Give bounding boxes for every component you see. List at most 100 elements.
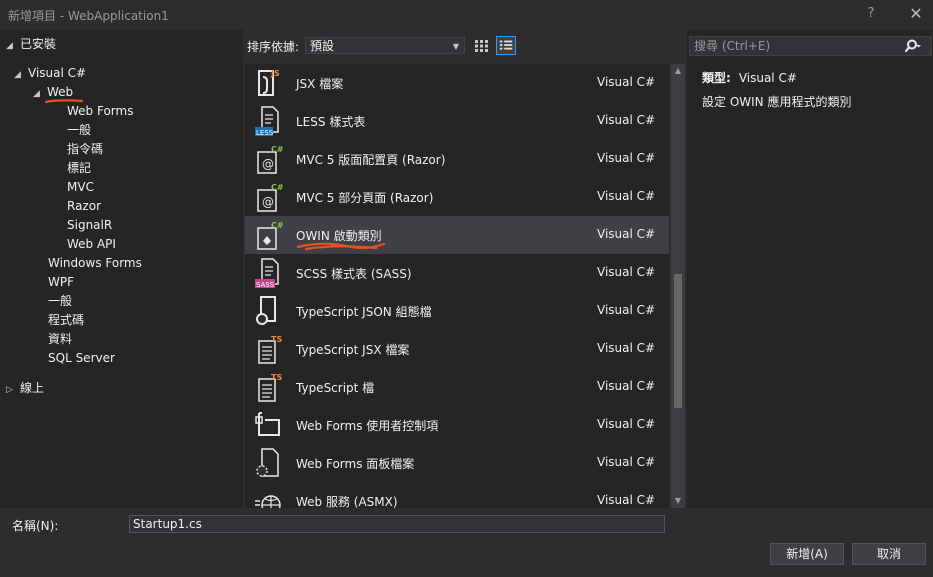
tree-item-wpf[interactable]: WPF (48, 273, 74, 292)
tree-item-mvc[interactable]: MVC (67, 178, 94, 197)
type-value: Visual C# (738, 71, 797, 85)
tree-item-web-forms[interactable]: Web Forms (67, 102, 133, 121)
red-scribble-annotation (296, 242, 386, 251)
svg-text:JS: JS (270, 69, 280, 78)
tree-item-web-api[interactable]: Web API (67, 235, 116, 254)
list-item[interactable]: TS TypeScript JSX 檔案 Visual C# (245, 330, 669, 368)
tree-item-markup[interactable]: 標記 (67, 159, 91, 178)
list-item[interactable]: @ C# MVC 5 版面配置頁 (Razor) Visual C# (245, 140, 669, 178)
list-item[interactable]: LESS LESS 樣式表 Visual C# (245, 102, 669, 140)
title-bar: 新增項目 - WebApplication1 ? ✕ (0, 0, 933, 30)
list-item[interactable]: Web Forms 使用者控制項 Visual C# (245, 406, 669, 444)
jsx-file-icon: JS (258, 69, 280, 96)
tree-online[interactable]: ▷ 線上 (6, 379, 44, 398)
scroll-up-arrow-icon[interactable]: ▲ (671, 64, 685, 78)
item-name: Web Forms 使用者控制項 (296, 419, 439, 433)
tree-item-razor[interactable]: Razor (67, 197, 101, 216)
name-input[interactable] (129, 515, 665, 533)
item-language: Visual C# (597, 265, 656, 279)
add-button[interactable]: 新增(A) (770, 543, 844, 565)
item-name: Web 服務 (ASMX) (296, 495, 398, 508)
list-scrollbar[interactable]: ▲ ▼ (671, 64, 685, 508)
item-name: MVC 5 部分頁面 (Razor) (296, 191, 434, 205)
list-item[interactable]: TS TypeScript 檔 Visual C# (245, 368, 669, 406)
search-input[interactable] (694, 38, 894, 54)
list-item[interactable]: SASS SCSS 樣式表 (SASS) Visual C# (245, 254, 669, 292)
item-name: TypeScript 檔 (296, 381, 375, 395)
tree-item-code[interactable]: 程式碼 (48, 311, 84, 330)
item-name: TypeScript JSON 組態檔 (296, 305, 432, 319)
scss-file-icon: SASS (255, 258, 279, 289)
skin-file-icon (256, 448, 279, 477)
list-view-icon[interactable] (496, 36, 516, 55)
razor-partial-icon: @ C# (257, 183, 283, 212)
less-file-icon: LESS (255, 106, 279, 137)
item-language: Visual C# (597, 493, 656, 507)
help-button[interactable]: ? (860, 6, 882, 24)
tree-item-general[interactable]: 一般 (67, 121, 91, 140)
name-label: 名稱(N): (12, 519, 59, 533)
user-control-icon (255, 412, 280, 436)
svg-text:LESS: LESS (256, 129, 274, 137)
item-language: Visual C# (597, 75, 656, 89)
web-service-icon (255, 495, 281, 508)
search-box[interactable] (689, 36, 932, 56)
svg-text:TS: TS (271, 335, 282, 344)
list-item[interactable]: Web Forms 面板檔案 Visual C# (245, 444, 669, 482)
item-language: Visual C# (597, 341, 656, 355)
tree-item-windows-forms[interactable]: Windows Forms (48, 254, 142, 273)
item-name: LESS 樣式表 (296, 115, 366, 129)
template-description: 設定 OWIN 應用程式的類別 (702, 95, 852, 109)
tree-visual-csharp-label: Visual C# (28, 66, 87, 80)
tree-item-sql-server[interactable]: SQL Server (48, 349, 115, 368)
item-name: MVC 5 版面配置頁 (Razor) (296, 153, 446, 167)
item-name: TypeScript JSX 檔案 (296, 343, 410, 357)
list-item[interactable]: TypeScript JSON 組態檔 Visual C# (245, 292, 669, 330)
tree-online-label: 線上 (20, 381, 45, 395)
item-language: Visual C# (597, 227, 656, 241)
type-label: 類型: (702, 71, 731, 85)
scroll-down-arrow-icon[interactable]: ▼ (671, 494, 685, 508)
item-language: Visual C# (597, 189, 656, 203)
json-config-icon (256, 296, 276, 325)
template-type: 類型: Visual C# (702, 69, 797, 86)
svg-text:SASS: SASS (256, 281, 275, 289)
item-name: JSX 檔案 (296, 77, 344, 91)
scrollbar-thumb[interactable] (674, 274, 682, 408)
sort-dropdown[interactable]: 預設 ▼ (305, 37, 465, 54)
item-language: Visual C# (597, 417, 656, 431)
template-list[interactable]: JS JSX 檔案 Visual C# LESS LESS 樣式表 Visual… (245, 64, 669, 508)
razor-layout-icon: @ C# (257, 145, 283, 174)
chevron-down-icon: ▼ (452, 42, 459, 51)
list-item-selected[interactable]: C# OWIN 啟動類別 Visual C# (245, 216, 669, 254)
svg-text:@: @ (262, 195, 274, 209)
expanded-arrow-icon[interactable]: ◢ (6, 37, 20, 56)
close-button[interactable]: ✕ (905, 4, 927, 24)
svg-text:C#: C# (271, 221, 283, 230)
item-name: SCSS 樣式表 (SASS) (296, 267, 412, 281)
collapsed-arrow-icon[interactable]: ▷ (6, 381, 20, 400)
owin-class-icon: C# (257, 221, 283, 250)
item-language: Visual C# (597, 379, 656, 393)
search-icon[interactable] (905, 39, 921, 53)
tree-item-signalr[interactable]: SignalR (67, 216, 112, 235)
list-item[interactable]: @ C# MVC 5 部分頁面 (Razor) Visual C# (245, 178, 669, 216)
tree-installed[interactable]: ◢ 已安裝 (6, 35, 56, 54)
sort-label: 排序依據: (247, 40, 300, 54)
grid-view-icon[interactable] (471, 36, 491, 55)
list-item[interactable]: Web 服務 (ASMX) Visual C# (245, 482, 669, 508)
tree-item-data[interactable]: 資料 (48, 330, 72, 349)
item-name: Web Forms 面板檔案 (296, 457, 415, 471)
item-language: Visual C# (597, 455, 656, 469)
tree-item-script[interactable]: 指令碼 (67, 140, 103, 159)
typescript-jsx-icon: TS (258, 335, 282, 364)
svg-text:@: @ (262, 157, 274, 171)
tree-visual-csharp[interactable]: ◢ Visual C# (14, 64, 86, 83)
svg-text:C#: C# (271, 145, 283, 154)
sort-value: 預設 (310, 39, 335, 53)
tree-item-general[interactable]: 一般 (48, 292, 72, 311)
expanded-arrow-icon[interactable]: ◢ (14, 66, 28, 85)
list-item[interactable]: JS JSX 檔案 Visual C# (245, 64, 669, 102)
window-title: 新增項目 - WebApplication1 (8, 9, 169, 23)
cancel-button[interactable]: 取消 (852, 543, 926, 565)
